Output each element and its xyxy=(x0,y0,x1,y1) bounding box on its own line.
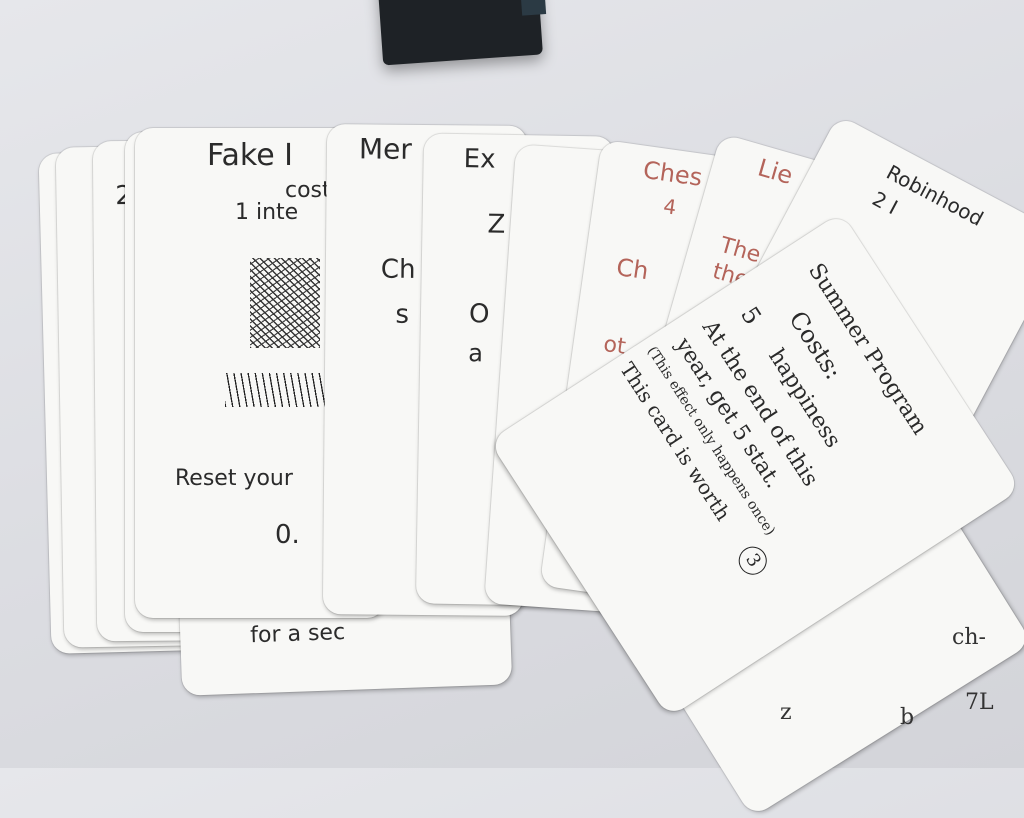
scrawl-text: ch- xyxy=(952,625,986,650)
card-text: Ch xyxy=(380,254,416,285)
card-title: Mer xyxy=(358,132,412,166)
card-text: 0. xyxy=(275,520,300,550)
card-text: a xyxy=(468,339,484,368)
scrawl-text: z xyxy=(780,700,792,725)
card-title: Ches xyxy=(641,155,705,192)
scrawl-text: 7L xyxy=(965,690,994,715)
card-text: Z xyxy=(487,209,506,240)
card-text: 4 xyxy=(661,193,678,220)
scrawl-text: b xyxy=(900,705,915,730)
scribble-drawing xyxy=(250,258,320,348)
scribble-drawing xyxy=(225,373,335,407)
dark-object xyxy=(377,0,543,66)
worth-value: 3 xyxy=(733,541,773,581)
card-text: Reset your xyxy=(175,466,293,491)
card-text: Ch xyxy=(614,253,651,286)
card-text: O xyxy=(468,299,490,330)
card-text: 1 inte xyxy=(235,200,299,225)
card-text: s xyxy=(395,299,410,330)
card-text: 2 I xyxy=(868,186,902,220)
bottom-card-text: for a sec xyxy=(249,620,346,649)
card-title: Lie xyxy=(754,153,796,190)
card-title: Fake I xyxy=(207,138,294,173)
cost-amount: 5 xyxy=(735,301,767,330)
card-title: Ex xyxy=(463,144,496,175)
